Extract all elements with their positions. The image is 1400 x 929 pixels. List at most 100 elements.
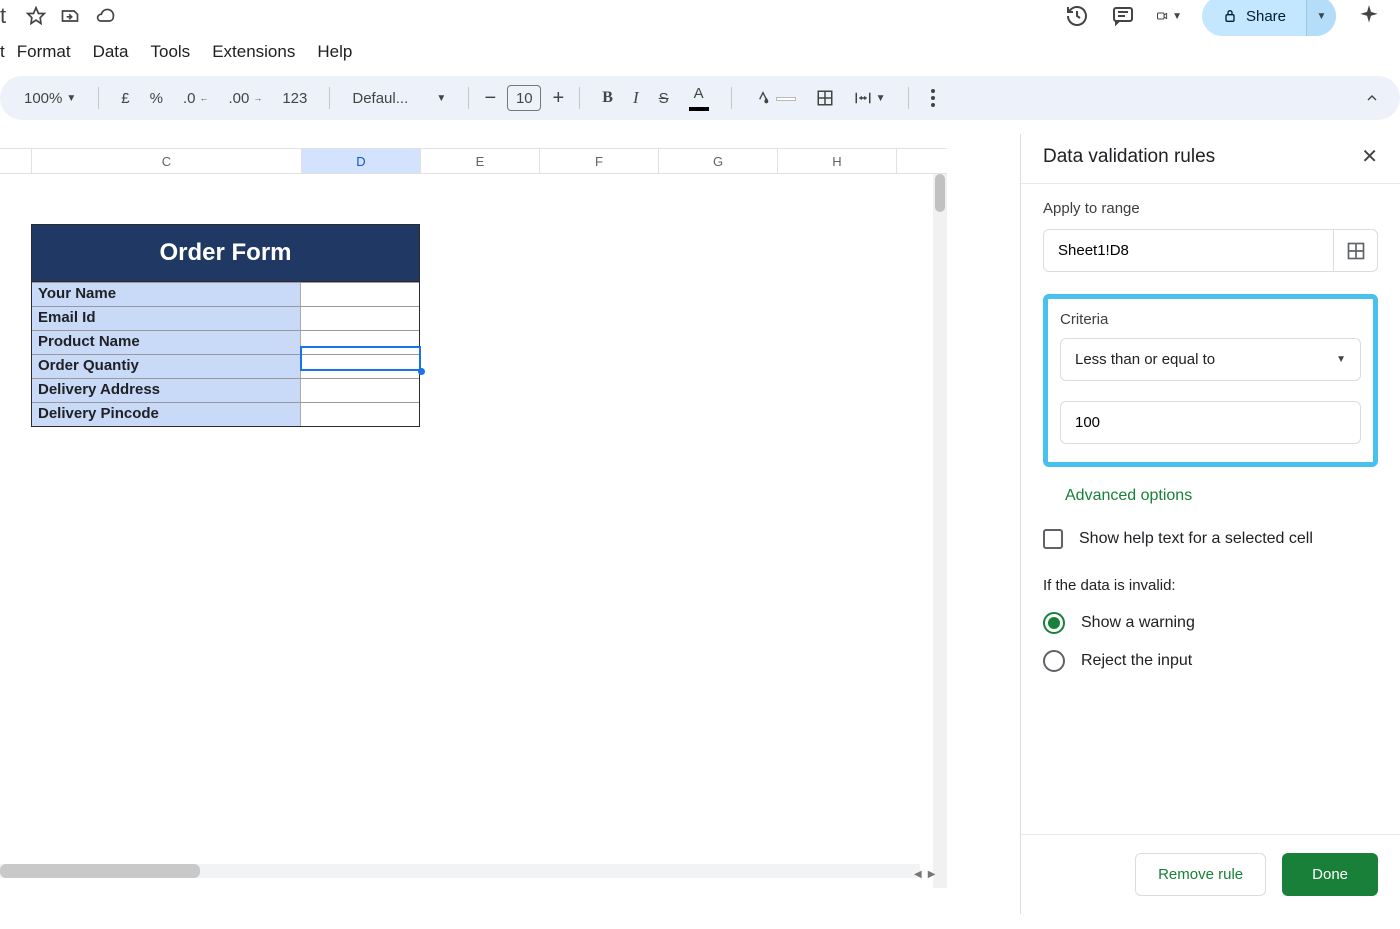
sheet-nav-arrows[interactable]: ◀ ▶ [911,869,941,880]
sheet-nav-right-icon[interactable]: ▶ [925,869,939,880]
radio-reject-input-label: Reject the input [1081,652,1192,670]
toolbar-separator [98,87,99,109]
doc-name-fragment[interactable]: t [0,3,6,29]
text-color-button[interactable]: A [681,81,717,115]
panel-title: Data validation rules [1043,146,1215,168]
star-icon[interactable] [26,6,46,26]
range-input[interactable] [1044,230,1327,271]
criteria-value-input[interactable] [1060,401,1361,444]
radio-show-warning[interactable] [1043,612,1065,634]
menu-tools[interactable]: Tools [151,42,191,62]
spreadsheet-grid: C D E F G H Order Form Your Name Email I… [0,148,947,888]
currency-format-button[interactable]: £ [113,86,137,111]
help-text-checkbox-label: Show help text for a selected cell [1079,530,1313,548]
radio-show-warning-row: Show a warning [1043,612,1378,634]
column-header-e[interactable]: E [421,149,540,173]
toolbar-separator [731,87,732,109]
merge-cells-button[interactable]: ▼ [846,85,894,111]
criteria-label: Criteria [1060,311,1361,328]
bold-button[interactable]: B [594,85,621,111]
chevron-down-icon: ▼ [436,93,446,104]
radio-show-warning-label: Show a warning [1081,614,1195,632]
more-toolbar-button[interactable] [923,85,943,111]
font-name-value: Defaul... [352,90,432,107]
grid-body[interactable]: Order Form Your Name Email Id Product Na… [0,174,947,888]
form-value-cell[interactable] [301,355,419,378]
sheet-nav-left-icon[interactable]: ◀ [911,869,925,880]
share-button-label: Share [1246,8,1286,25]
criteria-highlight-box: Criteria Less than or equal to ▼ [1043,294,1378,467]
more-formats-button[interactable]: 123 [274,86,315,111]
column-header-c[interactable]: C [32,149,302,173]
column-header-f[interactable]: F [540,149,659,173]
toolbar-separator [468,87,469,109]
cloud-status-icon[interactable] [94,6,116,26]
font-size-input[interactable]: 10 [507,85,541,111]
form-label-address: Delivery Address [32,379,301,402]
remove-rule-button[interactable]: Remove rule [1135,853,1266,896]
column-header-h[interactable]: H [778,149,897,173]
select-all-corner[interactable] [0,149,32,173]
share-button-group: Share ▼ [1202,0,1336,36]
advanced-options-toggle[interactable]: Advanced options [1065,487,1378,505]
close-panel-button[interactable]: ✕ [1361,144,1378,169]
select-range-icon[interactable] [1333,230,1377,271]
percent-format-button[interactable]: % [142,86,171,111]
gemini-icon[interactable] [1356,3,1382,29]
form-value-cell[interactable] [301,307,419,330]
menu-extensions[interactable]: Extensions [212,42,295,62]
form-value-cell[interactable] [301,379,419,402]
horizontal-scrollbar[interactable] [0,864,920,878]
chevron-down-icon: ▼ [1317,11,1327,22]
italic-button[interactable]: I [625,84,647,112]
scrollbar-thumb[interactable] [935,174,945,212]
fill-handle[interactable] [418,368,425,375]
column-header-d[interactable]: D [302,149,421,173]
increase-font-size-button[interactable]: + [551,87,565,110]
form-label-name: Your Name [32,283,301,306]
form-value-cell[interactable] [301,331,419,354]
help-text-checkbox[interactable] [1043,529,1063,549]
font-family-dropdown[interactable]: Defaul... ▼ [344,86,454,111]
form-value-cell[interactable] [301,283,419,306]
meet-button[interactable]: ▼ [1156,3,1182,29]
decrease-decimal-button[interactable]: .0← [175,86,217,111]
column-header-g[interactable]: G [659,149,778,173]
vertical-scrollbar[interactable] [933,174,947,888]
increase-decimal-button[interactable]: .00→ [220,86,270,111]
criteria-dropdown[interactable]: Less than or equal to ▼ [1060,338,1361,381]
menu-help[interactable]: Help [317,42,352,62]
radio-reject-input-row: Reject the input [1043,650,1378,672]
share-button[interactable]: Share [1202,0,1306,36]
form-value-cell[interactable] [301,403,419,426]
menu-data[interactable]: Data [93,42,129,62]
criteria-dropdown-value: Less than or equal to [1075,351,1215,368]
order-form-title: Order Form [32,225,419,282]
help-text-checkbox-row: Show help text for a selected cell [1043,529,1378,549]
table-row: Delivery Pincode [32,402,419,426]
scrollbar-thumb[interactable] [0,864,200,878]
strikethrough-button[interactable]: S [651,86,677,111]
comments-icon[interactable] [1110,3,1136,29]
radio-reject-input[interactable] [1043,650,1065,672]
decrease-font-size-button[interactable]: − [483,87,497,110]
collapse-toolbar-button[interactable] [1364,90,1380,106]
fill-color-button[interactable] [746,86,804,110]
share-dropdown[interactable]: ▼ [1306,0,1336,36]
done-button[interactable]: Done [1282,853,1378,896]
toolbar-separator [908,87,909,109]
zoom-dropdown[interactable]: 100% ▼ [16,86,84,111]
version-history-icon[interactable] [1064,3,1090,29]
range-input-group [1043,229,1378,272]
data-validation-panel: Data validation rules ✕ Apply to range C… [1020,134,1400,914]
chevron-down-icon: ▼ [876,93,886,104]
order-form-table: Order Form Your Name Email Id Product Na… [31,224,420,427]
form-label-pincode: Delivery Pincode [32,403,301,426]
fill-color-underline [776,97,796,101]
borders-button[interactable] [808,85,842,111]
move-icon[interactable] [60,6,80,26]
menu-truncated[interactable]: t [0,42,5,62]
chevron-down-icon: ▼ [1336,354,1346,365]
menu-format[interactable]: Format [17,42,71,62]
title-bar: t ▼ Share ▼ [0,0,1400,32]
